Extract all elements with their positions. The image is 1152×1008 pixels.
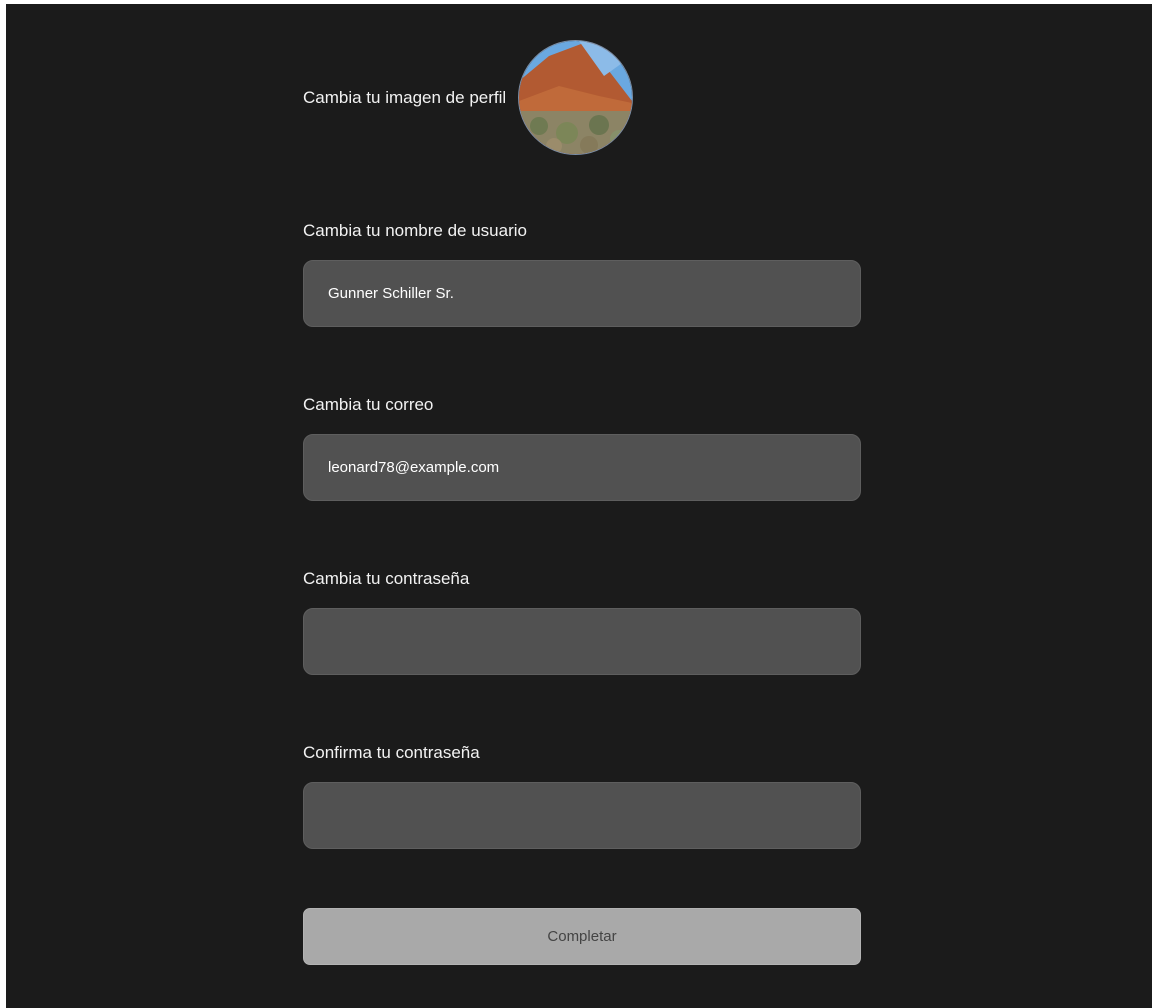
confirm-password-field[interactable] [303, 782, 861, 849]
confirm-password-label: Confirma tu contraseña [303, 743, 480, 762]
avatar[interactable] [518, 40, 634, 155]
password-label: Cambia tu contraseña [303, 569, 470, 588]
profile-photo-icon [519, 41, 633, 154]
settings-window: Cambia tu imagen de perfil Cambia tu nom… [6, 4, 1152, 1008]
password-field[interactable] [303, 608, 861, 675]
username-label: Cambia tu nombre de usuario [303, 221, 527, 240]
profile-image-label: Cambia tu imagen de perfil [303, 87, 507, 107]
email-label: Cambia tu correo [303, 395, 434, 414]
complete-button[interactable]: Completar [303, 908, 861, 965]
profile-image-row: Cambia tu imagen de perfil [303, 40, 634, 155]
email-field[interactable]: leonard78@example.com [303, 434, 861, 501]
username-field[interactable]: Gunner Schiller Sr. [303, 260, 861, 327]
